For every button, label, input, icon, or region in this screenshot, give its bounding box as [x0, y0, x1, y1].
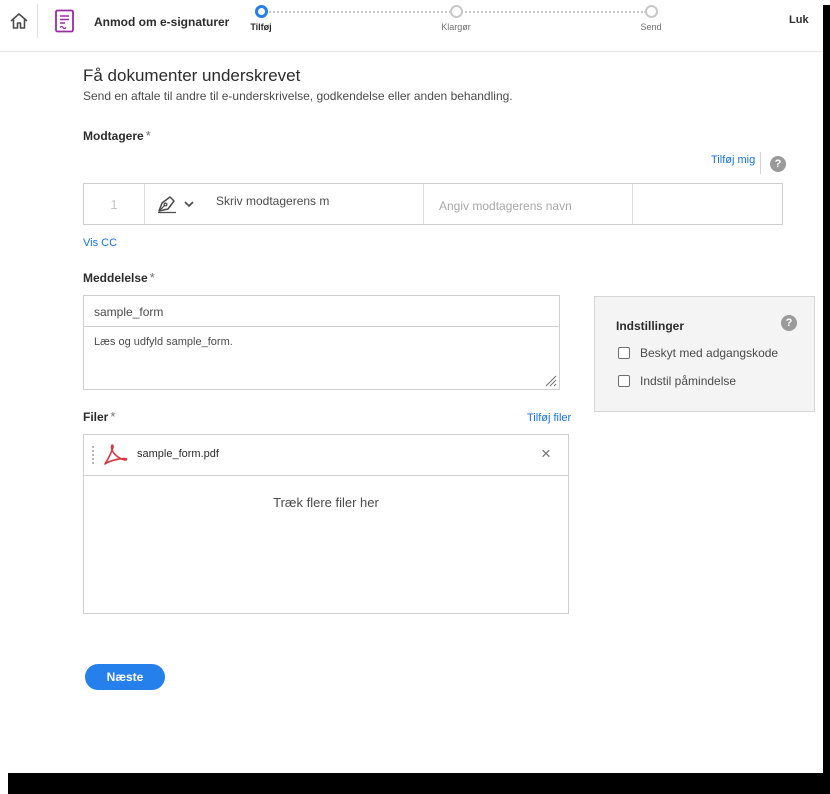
password-protect-option[interactable]: Beskyt med adgangskode	[618, 346, 778, 360]
sign-document-icon	[55, 9, 74, 33]
message-body-textarea[interactable]: Læs og udfyld sample_form.	[84, 327, 559, 348]
settings-panel: Indstillinger ? Beskyt med adgangskode I…	[594, 296, 815, 412]
required-marker: *	[145, 128, 151, 143]
recipient-number: 1	[84, 184, 145, 224]
app-window: Anmod om e-signaturer Tilføj Klargør Sen…	[0, 0, 823, 773]
page-title: Få dokumenter underskrevet	[83, 66, 301, 85]
required-marker: *	[149, 270, 155, 285]
required-marker: *	[110, 409, 116, 424]
divider	[760, 152, 761, 174]
message-label: Meddelelse *	[83, 270, 155, 285]
password-protect-label: Beskyt med adgangskode	[640, 346, 779, 360]
step-label: Send	[640, 22, 662, 32]
settings-title: Indstillinger	[616, 319, 685, 333]
add-files-link[interactable]: Tilføj filer	[527, 412, 571, 424]
window-shadow-bottom	[0, 773, 830, 794]
help-icon[interactable]: ?	[781, 315, 797, 331]
step-prepare[interactable]: Klargør	[426, 5, 486, 32]
recipients-label-text: Modtagere	[83, 129, 144, 143]
window-shadow-right	[823, 0, 830, 794]
files-label-text: Filer	[83, 410, 109, 424]
step-label: Tilføj	[250, 22, 272, 32]
recipient-role-dropdown[interactable]	[145, 184, 204, 224]
recipient-row: 1 Skriv modtagerens m Angiv modtagerens …	[83, 183, 783, 225]
app-title: Anmod om e-signaturer	[94, 15, 230, 29]
show-cc-link[interactable]: Vis CC	[83, 237, 117, 249]
add-me-link[interactable]: Tilføj mig	[711, 154, 755, 166]
step-send[interactable]: Send	[621, 5, 681, 32]
shadow-corner	[0, 773, 8, 794]
pen-sign-icon	[157, 196, 176, 214]
reminder-checkbox[interactable]	[618, 375, 630, 387]
resize-grip-icon[interactable]	[545, 375, 557, 387]
recipients-label: Modtagere *	[83, 128, 151, 143]
next-button[interactable]: Næste	[85, 664, 165, 690]
message-box: sample_form Læs og udfyld sample_form.	[83, 295, 560, 390]
home-icon	[9, 13, 28, 29]
recipient-extra-field[interactable]	[633, 184, 782, 224]
top-header: Anmod om e-signaturer Tilføj Klargør Sen…	[0, 0, 823, 52]
shadow-corner	[823, 0, 830, 5]
password-protect-checkbox[interactable]	[618, 347, 630, 359]
recipient-name-input[interactable]: Angiv modtagerens navn	[424, 184, 633, 224]
reminder-label: Indstil påmindelse	[640, 374, 737, 388]
file-item[interactable]: sample_form.pdf ×	[84, 435, 568, 476]
step-dot	[254, 5, 268, 18]
step-label: Klargør	[441, 22, 471, 32]
message-subject-input[interactable]: sample_form	[84, 296, 559, 327]
files-label: Filer *	[83, 409, 115, 424]
message-label-text: Meddelelse	[83, 271, 148, 285]
help-icon[interactable]: ?	[770, 156, 786, 172]
close-button[interactable]: Luk	[789, 14, 809, 26]
reminder-option[interactable]: Indstil påmindelse	[618, 374, 736, 388]
page-subtitle: Send en aftale til andre til e-underskri…	[83, 89, 513, 103]
step-dot	[644, 5, 658, 18]
remove-file-icon[interactable]: ×	[541, 445, 551, 463]
step-dot	[449, 5, 463, 18]
home-button[interactable]	[0, 4, 38, 38]
file-name: sample_form.pdf	[137, 448, 219, 460]
chevron-down-icon	[183, 201, 194, 208]
recipient-email-input[interactable]: Skriv modtagerens m	[204, 184, 424, 224]
drag-handle-icon[interactable]	[92, 446, 94, 464]
drop-hint: Træk flere filer her	[273, 495, 379, 510]
files-dropzone[interactable]: sample_form.pdf × Træk flere filer her	[83, 434, 569, 614]
pdf-icon	[104, 444, 128, 465]
step-add[interactable]: Tilføj	[231, 5, 291, 32]
